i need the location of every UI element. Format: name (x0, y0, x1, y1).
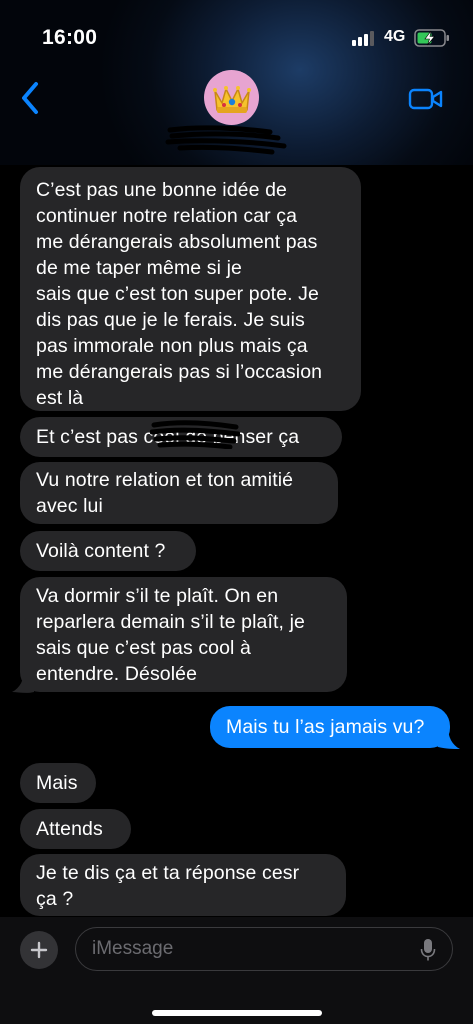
sent-message[interactable]: Mais tu l’as jamais vu? (210, 706, 450, 748)
plus-icon[interactable] (20, 931, 58, 969)
message-input[interactable]: iMessage (75, 927, 453, 971)
bubble-tail (438, 727, 460, 749)
chevron-left-icon[interactable] (14, 78, 48, 118)
received-message[interactable]: Attends (20, 809, 131, 849)
redacted-text (150, 420, 240, 449)
crown-icon (212, 85, 251, 113)
received-message[interactable]: Voilà content ? (20, 531, 196, 571)
received-message[interactable]: Vu notre relation et ton amitié avec lui (20, 462, 338, 524)
contact-avatar[interactable] (204, 70, 259, 125)
received-message[interactable]: Mais (20, 763, 96, 803)
microphone-icon[interactable] (420, 938, 436, 962)
signal-bars-icon (352, 30, 376, 46)
battery-charging-icon (414, 29, 449, 47)
message-thread[interactable]: C’est pas une bonne idée de continuer no… (0, 165, 473, 917)
home-indicator[interactable] (152, 1010, 322, 1016)
received-message[interactable]: Je te dis ça et ta réponse cesr ça ? (20, 854, 346, 916)
received-message[interactable]: Va dormir s’il te plaît. On en reparlera… (20, 577, 347, 692)
message-placeholder: iMessage (92, 938, 174, 959)
message-composer: iMessage (0, 917, 473, 1024)
bubble-tail (12, 670, 34, 693)
video-camera-icon[interactable] (408, 86, 444, 112)
status-time: 16:00 (42, 26, 98, 49)
redacted-contact-name (165, 125, 287, 155)
conversation-header: 16:00 4G (0, 0, 473, 165)
network-type: 4G (384, 28, 406, 45)
received-message[interactable]: C’est pas une bonne idée de continuer no… (20, 167, 361, 411)
